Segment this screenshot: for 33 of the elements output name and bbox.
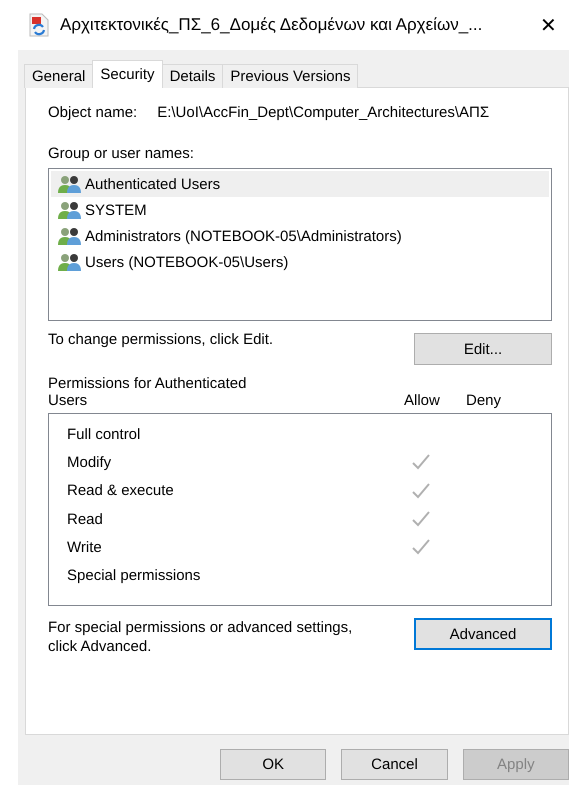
tab[interactable]: General	[24, 64, 94, 88]
users-icon	[57, 226, 83, 246]
user-item[interactable]: Authenticated Users	[51, 171, 549, 197]
close-button[interactable]: ✕	[536, 12, 561, 38]
users-icon	[57, 200, 83, 220]
group-label: Group or user names:	[48, 145, 195, 162]
file-icon	[28, 13, 50, 37]
user-item[interactable]: Users (NOTEBOOK-05\Users)	[51, 249, 549, 275]
advanced-hint: For special permissions or advanced settings, click Advanced.	[48, 618, 354, 656]
tab[interactable]: Security	[92, 60, 163, 88]
allow-header: Allow	[404, 392, 441, 409]
permissions-label: Permissions for Authenticated Users	[48, 375, 248, 409]
object-name-value: E:\UoI\AccFin_Dept\Computer_Architectures\ΑΠΣ	[157, 104, 490, 121]
tab[interactable]: Details	[162, 64, 224, 88]
permission-name: Read & execute	[67, 482, 175, 500]
change-hint: To change permissions, click Edit.	[48, 331, 274, 348]
advanced-button[interactable]: Advanced	[414, 618, 552, 650]
users-icon	[57, 252, 83, 272]
permission-name: Full control	[67, 426, 142, 443]
user-item[interactable]: Administrators (NOTEBOOK-05\Administrators)	[51, 223, 549, 249]
permission-name: Write	[67, 538, 103, 556]
object-name-label: Object name:	[48, 104, 138, 121]
tab[interactable]: Previous Versions	[222, 64, 358, 88]
user-item[interactable]: SYSTEM	[51, 197, 549, 223]
deny-header: Deny	[466, 392, 502, 409]
dialog-button[interactable]: OK	[220, 749, 326, 780]
users-icon	[57, 174, 83, 194]
permission-name: Read	[67, 510, 104, 528]
permission-name: Modify	[67, 454, 112, 471]
permission-name: Special permissions	[67, 567, 202, 584]
edit-button[interactable]: Edit...	[414, 333, 552, 365]
dialog-button[interactable]: Cancel	[341, 749, 448, 780]
window-title: Αρχιτεκτονικές_ΠΣ_6_Δομές Δεδομένων και Αρχείων_...	[60, 15, 484, 35]
